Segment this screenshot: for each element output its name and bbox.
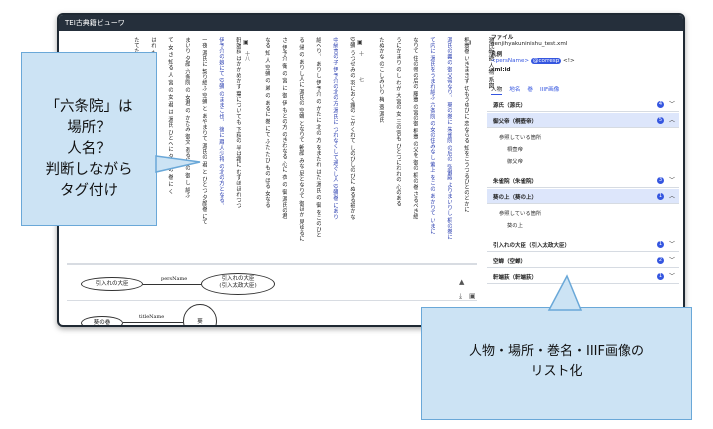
window-title: TEI古典籍ビューワ bbox=[59, 15, 683, 31]
entity-list-item[interactable]: 葵の上（葵の上） 1 ︿ bbox=[487, 189, 679, 204]
text-column[interactable]: 給へり。 ありし 伊予介 の かたに 北の 方 をまたれ はた 源氏 の 御 を… bbox=[313, 37, 321, 259]
count-badge: 1 bbox=[657, 273, 664, 280]
graph-edge-2 bbox=[123, 322, 183, 323]
xmlid-label: xml:id bbox=[491, 67, 511, 73]
count-badge: 3 bbox=[657, 177, 664, 184]
reference-header: 参照している箇所 bbox=[499, 135, 542, 141]
graph-node-left-2[interactable]: 葵の巻 bbox=[81, 316, 123, 325]
entity-list-item[interactable]: 引入れの大臣（引入太政大臣） 1 ﹀ bbox=[487, 237, 679, 252]
reference-item[interactable]: 御父帝 bbox=[507, 157, 523, 165]
file-name: genjihyakuninishu_test.xml bbox=[491, 41, 568, 47]
tab-0[interactable]: 人物 bbox=[491, 87, 503, 95]
chevron-up-icon[interactable]: ︿ bbox=[669, 115, 675, 124]
graph-node-right-2[interactable]: 葵 bbox=[183, 304, 217, 325]
entity-label: 空蝉（空蝉） bbox=[493, 259, 527, 265]
callout-left-line: 「六条院」は bbox=[45, 99, 133, 115]
callout-right-line: リスト化 bbox=[530, 364, 583, 379]
graph-panel: 引入れの大臣 persName 引入れの大臣 (引入太政大臣) ▲ ⤓ ▣ 葵の… bbox=[67, 263, 477, 325]
entity-label: 引入れの大臣（引入太政大臣） bbox=[493, 243, 571, 249]
callout-left-line: 場所？ bbox=[67, 120, 111, 136]
entity-list-item[interactable]: 空蝉（空蝉） 2 ﹀ bbox=[487, 253, 679, 268]
callout-right-pointer bbox=[547, 274, 583, 311]
page-marker-icon[interactable]: ▣ bbox=[469, 39, 471, 46]
reference-item[interactable]: 桐壺帝 bbox=[507, 145, 523, 153]
chevron-down-icon[interactable]: ﹀ bbox=[669, 99, 675, 108]
count-badge: 5 bbox=[657, 117, 664, 124]
callout-right-line: 人物・場所・巻名・IIIF画像の bbox=[469, 344, 644, 359]
file-label: ファイル bbox=[491, 35, 514, 41]
page-marker-icon[interactable]: ▣ bbox=[243, 39, 249, 46]
chevron-down-icon[interactable]: ﹀ bbox=[669, 271, 675, 280]
callout-list-note: 人物・場所・巻名・IIIF画像の リスト化 bbox=[421, 307, 692, 420]
page-label: 一 bbox=[470, 77, 471, 82]
graph-node-right-1[interactable]: 引入れの大臣 (引入太政大臣) bbox=[201, 273, 275, 295]
page-label: 七 bbox=[358, 77, 364, 82]
text-column[interactable]: て内に 源氏をうまれ給ふ 六条院 の女の住みなし 紫上 をこの あかりて いまに bbox=[427, 37, 435, 259]
text-column[interactable]: 源氏の義の 御父帝なり。 葵の巻に 朱雀院 の后の 弘徽殿 よりまいりし 桐の巻… bbox=[444, 37, 452, 259]
text-column[interactable]: たぬかな のこしみいり 梅 壺 源氏 bbox=[376, 37, 384, 259]
text-column[interactable]: 桐壺巻 いきまきず 切もうゆぴに 恋ならる 知をこうつるひとのどかに bbox=[461, 37, 469, 259]
text-column[interactable]: 伊予介の娘にて 空蝉 のままこ也。 後に 蔵人少将 の北の方となる。 bbox=[216, 37, 224, 259]
text-column[interactable]: なりて 住の帝の后の 藤壺 の宮の御 桐壺 の父を 御の 桐の巻 さるべき給 bbox=[410, 37, 418, 259]
entity-list-item[interactable]: 朱雀院（朱雀院） 3 ﹀ bbox=[487, 173, 679, 188]
text-column[interactable]: 中納言の子 伊予介の北の方 源氏に つれなくして過ぐし人 空蝉巻 にあり bbox=[330, 37, 338, 259]
tab-1[interactable]: 地名 bbox=[509, 87, 520, 93]
entity-list-item[interactable]: 御父帝（桐壺帝） 5 ︿ bbox=[487, 113, 679, 128]
callout-tagging-note: 「六条院」は 場所？ 人名？ 判断しながら タグ付け bbox=[21, 52, 157, 226]
graph-edge-label-1: persName bbox=[161, 276, 188, 282]
legend-tags: <persName> @corresp <!> bbox=[491, 58, 575, 64]
entity-tabs: 人物 地名 巻 IIIF画像 bbox=[491, 85, 671, 95]
persname-tag: <persName> bbox=[491, 58, 530, 64]
graph-edge-1 bbox=[143, 284, 201, 285]
page-marker-icon[interactable]: ▣ bbox=[357, 39, 363, 46]
entity-sidebar: ファイル genjihyakuninishu_test.xml 凡例 <pers… bbox=[487, 33, 683, 325]
graph-edge-label-2: titleName bbox=[139, 314, 165, 320]
entity-label: 源氏（源氏） bbox=[493, 103, 527, 109]
count-badge: 1 bbox=[657, 193, 664, 200]
graph-node-left-1[interactable]: 引入れの大臣 bbox=[81, 277, 143, 291]
text-column[interactable]: 軒端荻 はかかめかす 葉についても 下荻の 半は霜に むすぼほれつつ bbox=[233, 37, 241, 259]
page-number: 十八 bbox=[244, 51, 250, 61]
text-column[interactable]: まいり 夕顔 六条院 の 女君 の かたみ 御文 あるに の 御 し 給ふ bbox=[182, 37, 190, 259]
chevron-up-icon[interactable]: ︿ bbox=[669, 191, 675, 200]
page-number: 八 bbox=[470, 51, 471, 56]
chevron-down-icon[interactable]: ﹀ bbox=[669, 239, 675, 248]
entity-label: 御父帝（桐壺帝） bbox=[493, 119, 538, 125]
callout-left-line: 人名？ bbox=[67, 141, 111, 157]
text-column[interactable]: さ 伊予介 衛 の 宮 に 御 伊 もとの方 のきわなる 心に 衣 の 御 源氏… bbox=[279, 37, 287, 259]
trash-icon[interactable]: ▣ bbox=[469, 292, 476, 300]
warning-icon[interactable]: ▲ bbox=[459, 278, 464, 286]
text-column[interactable]: 空蝉 うつせみの 羽におく露の こがくれて しのびしのびに ぬるる袖かな bbox=[347, 37, 355, 259]
callout-left-line: 判断しながら bbox=[45, 162, 133, 178]
callout-left-line: タグ付け bbox=[60, 183, 118, 199]
count-badge: 4 bbox=[657, 101, 664, 108]
count-badge: 1 bbox=[657, 241, 664, 248]
corresp-tag: @corresp bbox=[530, 58, 562, 64]
corresp-suffix: <!> bbox=[563, 58, 575, 64]
entity-label: 朱雀院（朱雀院） bbox=[493, 179, 538, 185]
text-column[interactable]: て 女 さ 知る 人 宮 の 女 君 は 源氏 ひとへに 夕 顔の 巻 に く bbox=[165, 37, 173, 259]
tab-2[interactable]: 巻 bbox=[527, 87, 533, 93]
chevron-down-icon[interactable]: ﹀ bbox=[669, 175, 675, 184]
count-badge: 2 bbox=[657, 257, 664, 264]
page-number: 十 bbox=[358, 51, 364, 56]
screenshot-stage: TEI古典籍ビューワ 桐壺巻 いきまきず 切もうゆぴに 恋ならる 知をこうつるひ… bbox=[0, 0, 713, 429]
reference-header: 参照している箇所 bbox=[499, 211, 542, 217]
text-column[interactable]: うにかまり のし わが 大宮の 女 三の宮も ひとつにわれの 心のある bbox=[393, 37, 401, 259]
graph-node-right-1-line2: (引入太政大臣) bbox=[219, 283, 257, 289]
text-column[interactable]: る 帰 の ありし人に 源氏の 空蝉 となりて 朝顔 みな 尼となりて 御ほか … bbox=[296, 37, 304, 259]
entity-label: 葵の上（葵の上） bbox=[493, 195, 538, 201]
chevron-down-icon[interactable]: ﹀ bbox=[669, 255, 675, 264]
legend-label: 凡例 bbox=[491, 52, 503, 58]
entity-label: 軒端荻（軒端荻） bbox=[493, 275, 538, 281]
callout-left-pointer bbox=[155, 155, 201, 173]
text-column[interactable]: 一夜 源氏に 契り給ふ 空蝉 と あやまりて 源氏の 君 と ひとつ 夕顔巻 に… bbox=[199, 37, 207, 259]
tab-3[interactable]: IIIF画像 bbox=[540, 87, 559, 93]
text-column[interactable]: なる 知 人 空蝉 の 弟 の あるに 巻 にて ふた たび もの ぼる 女なる bbox=[262, 37, 270, 259]
reference-item[interactable]: 葵の上 bbox=[507, 221, 523, 229]
entity-list-item[interactable]: 源氏（源氏） 4 ﹀ bbox=[487, 97, 679, 112]
graph-node-right-1-line1: 引入れの大臣 bbox=[221, 276, 255, 282]
